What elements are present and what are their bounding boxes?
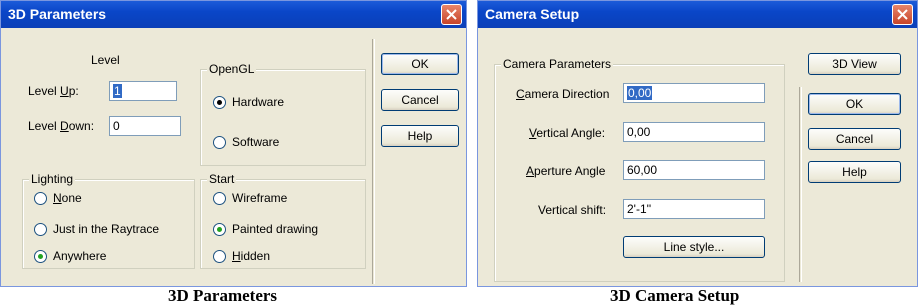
close-icon — [446, 9, 457, 20]
lighting-raytrace-radio[interactable] — [34, 223, 47, 236]
button-separator — [799, 87, 802, 282]
opengl-group: OpenGL Hardware Software — [200, 62, 366, 166]
level-up-input[interactable]: 1 — [109, 81, 177, 101]
right-caption: 3D Camera Setup — [610, 286, 740, 305]
vertical-shift-input[interactable]: 2'-1'' — [623, 199, 765, 219]
start-legend: Start — [207, 172, 237, 186]
close-button[interactable] — [441, 4, 462, 25]
help-button[interactable]: Help — [808, 161, 901, 183]
dialog-title-bar[interactable]: 3D Parameters — [1, 1, 466, 28]
painted-radio[interactable] — [213, 223, 226, 236]
aperture-angle-label: Aperture Angle — [526, 164, 606, 178]
hardware-label[interactable]: Hardware — [232, 95, 284, 109]
dialog-client: Level Level Up: 1 Level Down: 0 OpenGL H… — [4, 31, 463, 284]
level-down-label: Level Down: — [28, 119, 95, 133]
lighting-anywhere-radio[interactable] — [34, 250, 47, 263]
lighting-none-radio[interactable] — [34, 192, 47, 205]
software-label[interactable]: Software — [232, 135, 279, 149]
lighting-group: Lighting None Just in the Raytrace Anywh… — [22, 172, 195, 269]
lighting-none-label[interactable]: None — [53, 191, 82, 205]
close-icon — [897, 9, 908, 20]
ok-button[interactable]: OK — [808, 93, 901, 115]
dialog-client: Camera Parameters Camera Direction 0,00 … — [481, 31, 914, 283]
close-button[interactable] — [892, 4, 913, 25]
dialog-title-bar[interactable]: Camera Setup — [478, 1, 917, 28]
level-heading: Level — [91, 53, 120, 67]
cancel-button[interactable]: Cancel — [808, 128, 901, 150]
level-up-value: 1 — [113, 84, 122, 98]
camera-direction-label: Camera Direction — [516, 87, 610, 101]
hidden-radio[interactable] — [213, 250, 226, 263]
lighting-raytrace-label[interactable]: Just in the Raytrace — [53, 222, 159, 236]
camera-setup-dialog: Camera Setup Camera Parameters Camera Di… — [477, 0, 918, 287]
start-group: Start Wireframe Painted drawing Hidden — [200, 172, 366, 269]
dialog-title: 3D Parameters — [8, 6, 107, 22]
help-button[interactable]: Help — [381, 125, 459, 147]
line-style-button[interactable]: Line style... — [623, 236, 765, 258]
ok-button[interactable]: OK — [381, 53, 459, 75]
vertical-angle-label: Vertical Angle: — [529, 126, 606, 140]
hardware-radio[interactable] — [213, 96, 226, 109]
software-radio[interactable] — [213, 136, 226, 149]
opengl-legend: OpenGL — [207, 62, 257, 76]
vertical-angle-input[interactable]: 0,00 — [623, 122, 765, 142]
camera-direction-value: 0,00 — [627, 86, 653, 100]
lighting-legend: Lighting — [29, 172, 76, 186]
painted-label[interactable]: Painted drawing — [232, 222, 318, 236]
vertical-shift-label: Vertical shift: — [538, 203, 607, 217]
lighting-anywhere-label[interactable]: Anywhere — [53, 249, 106, 263]
level-down-input[interactable]: 0 — [109, 116, 181, 136]
aperture-angle-input[interactable]: 60,00 — [623, 160, 765, 180]
left-caption: 3D Parameters — [168, 286, 278, 305]
camera-direction-input[interactable]: 0,00 — [623, 83, 765, 103]
3d-view-button[interactable]: 3D View — [808, 53, 901, 75]
button-separator — [372, 39, 375, 284]
dialog-title: Camera Setup — [485, 6, 580, 22]
camera-parameters-legend: Camera Parameters — [501, 57, 614, 71]
cancel-button[interactable]: Cancel — [381, 89, 459, 111]
wireframe-label[interactable]: Wireframe — [232, 191, 287, 205]
level-up-label: Level Up: — [28, 84, 79, 98]
hidden-label[interactable]: Hidden — [232, 249, 270, 263]
3d-parameters-dialog: 3D Parameters Level Level Up: 1 Level Do… — [0, 0, 467, 287]
wireframe-radio[interactable] — [213, 192, 226, 205]
